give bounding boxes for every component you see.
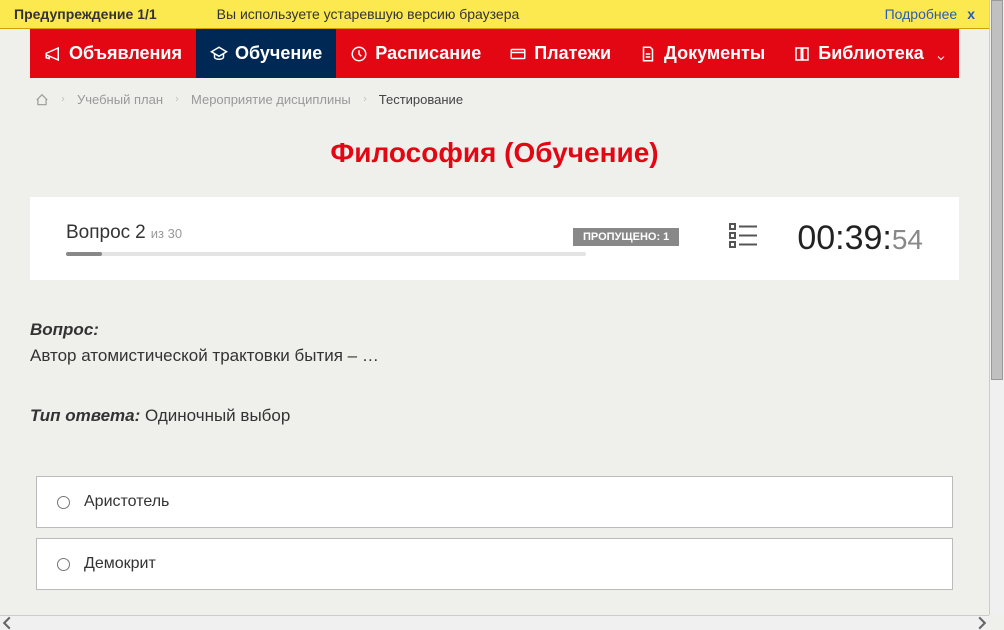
card-icon [509, 45, 527, 63]
breadcrumb-item[interactable]: Мероприятие дисциплины [191, 92, 351, 107]
question-list-icon[interactable] [729, 223, 757, 254]
vertical-scrollbar[interactable] [989, 0, 1004, 615]
nav-item-education[interactable]: Обучение [196, 29, 336, 78]
book-icon [793, 45, 811, 63]
timer-seconds: 54 [892, 224, 923, 256]
timer: 00:39:54 [797, 219, 923, 258]
option-label: Аристотель [84, 493, 169, 511]
warning-close-button[interactable]: x [967, 6, 975, 22]
nav-label: Обучение [235, 43, 322, 64]
question-label: Вопрос: [30, 320, 959, 340]
scrollbar-thumb[interactable] [991, 0, 1003, 380]
option-item[interactable]: Аристотель [36, 476, 953, 528]
nav-label: Объявления [69, 43, 182, 64]
document-icon [639, 45, 657, 63]
nav-item-announcements[interactable]: Объявления [30, 29, 196, 78]
skipped-badge: ПРОПУЩЕНО: 1 [573, 228, 679, 246]
progress-fill [66, 252, 102, 256]
warning-label: Предупреждение 1/1 [14, 6, 157, 22]
progress-bar [66, 252, 586, 256]
question-header: Вопрос 2 из 30 ПРОПУЩЕНО: 1 00:39:54 [30, 197, 959, 280]
option-radio[interactable] [57, 496, 70, 509]
scroll-right-icon[interactable] [975, 616, 989, 630]
breadcrumb-item[interactable]: Учебный план [77, 92, 163, 107]
chevron-right-icon [361, 92, 369, 107]
warning-bar: Предупреждение 1/1 Вы используете устаре… [0, 0, 989, 29]
nav-label: Библиотека [818, 43, 924, 64]
nav-item-schedule[interactable]: Расписание [336, 29, 495, 78]
home-icon[interactable] [35, 93, 49, 107]
nav-label: Расписание [375, 43, 481, 64]
question-text: Автор атомистической трактовки бытия – … [30, 346, 959, 366]
page-title: Философия (Обучение) [0, 137, 989, 169]
chevron-down-icon [935, 48, 947, 60]
horizontal-scrollbar[interactable] [0, 615, 989, 630]
scroll-left-icon[interactable] [0, 616, 14, 630]
nav-item-library[interactable]: Библиотека [779, 29, 961, 78]
main-nav: Объявления Обучение Расписание Платежи Д… [30, 29, 959, 78]
chevron-right-icon [173, 92, 181, 107]
answer-type: Тип ответа: Одиночный выбор [30, 406, 959, 426]
nav-label: Документы [664, 43, 765, 64]
graduation-cap-icon [210, 45, 228, 63]
clock-icon [350, 45, 368, 63]
option-label: Демокрит [84, 555, 156, 573]
nav-label: Платежи [534, 43, 611, 64]
warning-text: Вы используете устаревшую версию браузер… [217, 6, 885, 22]
breadcrumb: Учебный план Мероприятие дисциплины Тест… [0, 78, 989, 121]
breadcrumb-current: Тестирование [379, 92, 463, 107]
nav-item-payments[interactable]: Платежи [495, 29, 625, 78]
nav-item-documents[interactable]: Документы [625, 29, 779, 78]
question-body: Вопрос: Автор атомистической трактовки б… [0, 280, 989, 590]
timer-main: 00:39: [797, 219, 892, 258]
chevron-right-icon [59, 92, 67, 107]
warning-more-link[interactable]: Подробнее [885, 6, 958, 22]
option-radio[interactable] [57, 558, 70, 571]
megaphone-icon [44, 45, 62, 63]
option-item[interactable]: Демокрит [36, 538, 953, 590]
question-number: Вопрос 2 из 30 [66, 222, 182, 244]
options-list: Аристотель Демокрит [30, 476, 959, 590]
